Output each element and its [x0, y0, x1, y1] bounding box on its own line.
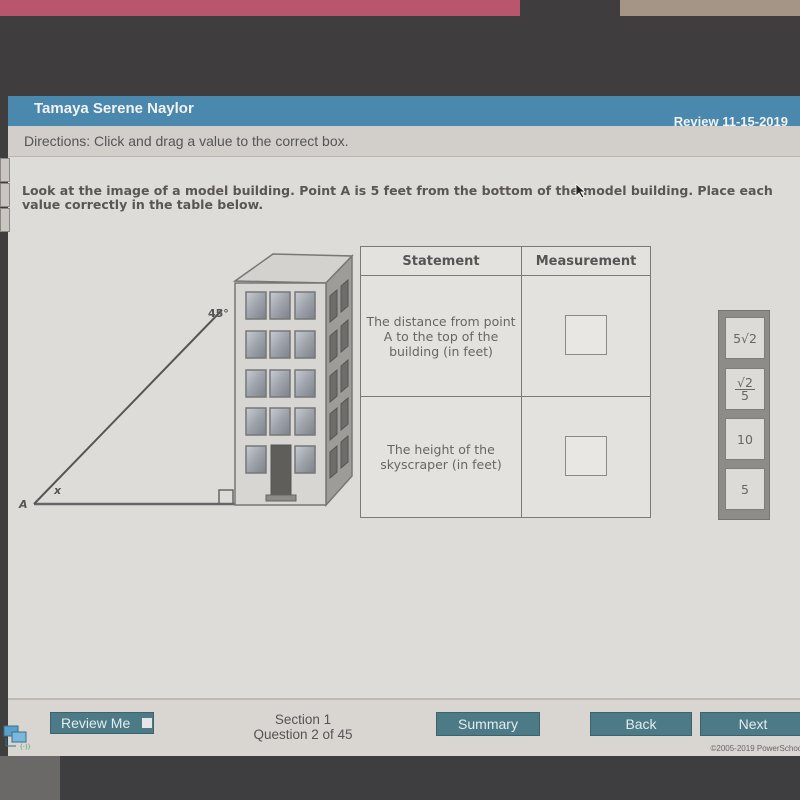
header-bar: Tamaya Serene Naylor Review 11-15-2019 [8, 96, 800, 129]
review-me-button[interactable]: Review Me [50, 712, 154, 734]
tile-value: 5 [741, 481, 749, 497]
answer-tile[interactable]: √2 5 [725, 368, 765, 410]
directions-text: Directions: Click and drag a value to th… [24, 133, 349, 149]
question-prompt: Look at the image of a model building. P… [22, 184, 782, 212]
monitor-bezel-bottom [0, 756, 800, 800]
background-object [0, 0, 520, 16]
prompt-line-1: Look at the image of a model building. P… [22, 183, 773, 198]
back-button[interactable]: Back [590, 712, 692, 736]
building-door [270, 444, 292, 496]
monitor-bezel [0, 16, 800, 96]
table-row: The distance from point A to the top of … [360, 275, 651, 397]
copyright-text: ©2005-2019 PowerSchool [710, 744, 800, 753]
building-step [265, 494, 297, 502]
question-progress: Section 1 Question 2 of 45 [238, 712, 368, 742]
angle-x-label: x [53, 484, 62, 497]
answer-tile[interactable]: 5√2 [725, 317, 765, 359]
answer-tile[interactable]: 5 [725, 468, 765, 510]
svg-text:(·)): (·)) [20, 743, 31, 751]
point-a-label: A [18, 498, 28, 511]
student-name: Tamaya Serene Naylor [34, 100, 194, 117]
edge-tab[interactable] [0, 208, 10, 232]
answer-tile-tray: 5√2 √2 5 10 5 [718, 310, 770, 520]
table-row: The height of the skyscraper (in feet) [360, 396, 651, 518]
column-header-measurement: Measurement [521, 246, 651, 276]
left-edge-tabs [0, 158, 10, 233]
tile-value: 10 [737, 431, 753, 447]
section-label: Section 1 [274, 712, 332, 727]
question-counter: Question 2 of 45 [253, 727, 353, 742]
statement-cell: The distance from point A to the top of … [360, 275, 522, 397]
statement-cell: The height of the skyscraper (in feet) [360, 396, 522, 518]
tile-fraction: √2 5 [735, 376, 755, 403]
next-button[interactable]: Next [700, 712, 800, 736]
statement-text: The height of the skyscraper (in feet) [380, 442, 502, 472]
measurement-cell [521, 396, 651, 518]
summary-button[interactable]: Summary [436, 712, 540, 736]
drop-box-distance[interactable] [565, 314, 607, 355]
building-diagram: 45° x A [18, 253, 354, 511]
answer-table: Statement Measurement The distance from … [360, 246, 651, 518]
mouse-cursor-icon [575, 183, 587, 199]
tile-value: 5√2 [733, 330, 757, 346]
edge-tab[interactable] [0, 158, 10, 182]
triangle-hypotenuse [33, 309, 223, 505]
fraction-denominator: 5 [741, 387, 749, 403]
test-screen: Tamaya Serene Naylor Review 11-15-2019 D… [0, 96, 800, 758]
edge-tab[interactable] [0, 183, 10, 207]
statement-text: The distance from point A to the top of … [366, 313, 516, 359]
review-me-checkbox[interactable] [142, 718, 153, 728]
review-me-label: Review Me [61, 715, 131, 731]
drop-box-height[interactable] [565, 435, 607, 476]
angle-45-label: 45° [208, 307, 229, 320]
network-icon[interactable]: (·)) [2, 722, 36, 752]
measurement-cell [521, 275, 651, 397]
footer-bar: (·)) Review Me Section 1 Question 2 of 4… [3, 698, 800, 758]
prompt-line-2: value correctly in the table below. [22, 197, 264, 212]
screen-glare [0, 756, 60, 800]
answer-tile[interactable]: 10 [725, 418, 765, 460]
column-header-statement: Statement [360, 246, 522, 276]
directions-bar: Directions: Click and drag a value to th… [8, 126, 800, 157]
right-angle-mark [218, 489, 234, 505]
